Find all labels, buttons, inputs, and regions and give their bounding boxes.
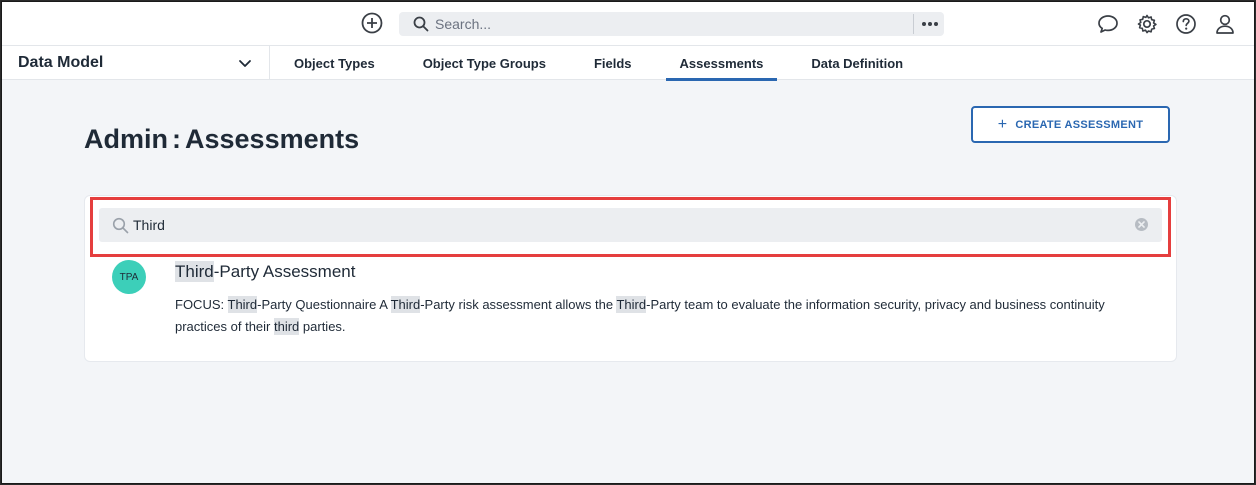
global-search-bar[interactable] [399,12,944,36]
match-highlight: Third [390,296,421,313]
create-assessment-button[interactable]: + CREATE ASSESSMENT [971,106,1170,143]
header-actions [1095,11,1238,37]
title-prefix: Admin [84,124,168,154]
app-window: Data Model Object Types Object Type Grou… [1,1,1255,484]
search-divider [913,14,914,34]
create-assessment-label: CREATE ASSESSMENT [1015,118,1144,131]
chat-icon[interactable] [1095,11,1121,37]
gear-icon[interactable] [1134,11,1160,37]
plus-icon: + [997,115,1008,133]
desc-text: parties. [299,319,346,334]
match-highlight: Third [227,296,258,313]
module-label: Data Model [18,54,104,71]
global-search-input[interactable] [435,13,905,35]
tab-object-types[interactable]: Object Types [270,46,399,80]
more-options-icon[interactable] [917,12,943,36]
search-icon [413,16,429,32]
tab-object-type-groups[interactable]: Object Type Groups [399,46,570,80]
user-icon[interactable] [1212,11,1238,37]
help-icon[interactable] [1173,11,1199,37]
add-icon[interactable] [360,11,384,35]
top-bar [2,2,1254,46]
avatar: TPA [112,260,146,294]
desc-text: FOCUS: [175,297,228,312]
match-highlight: third [274,318,300,335]
tab-assessments[interactable]: Assessments [656,46,788,81]
nav-bar: Data Model Object Types Object Type Grou… [2,46,1254,81]
search-highlight-box [90,197,1171,257]
module-selector[interactable]: Data Model [2,46,270,80]
match-highlight: Third [616,296,647,313]
tab-bar: Object Types Object Type Groups Fields A… [270,46,927,81]
title-main: Assessments [185,124,360,154]
page-title: Admin: Assessments [84,124,359,155]
desc-text: -Party risk assessment allows the [420,297,617,312]
desc-text: -Party Questionnaire A [257,297,391,312]
tab-data-definition[interactable]: Data Definition [787,46,927,80]
match-highlight: Third [175,261,214,282]
result-description: FOCUS: Third-Party Questionnaire A Third… [175,294,1145,338]
chevron-down-icon[interactable] [237,55,253,76]
tab-fields[interactable]: Fields [570,46,656,80]
title-text: -Party Assessment [213,262,356,281]
title-separator: : [172,124,181,154]
result-title[interactable]: Third-Party Assessment [175,261,356,282]
